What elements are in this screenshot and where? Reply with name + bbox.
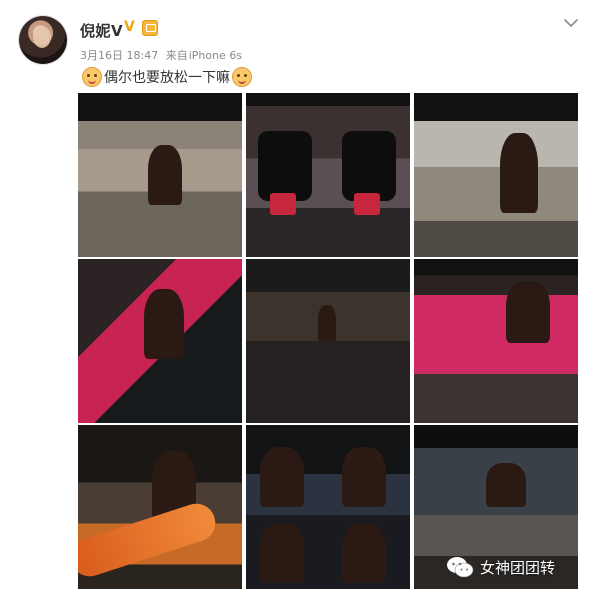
verified-v-icon: V — [124, 19, 135, 35]
photo-image — [414, 93, 578, 257]
photo-thumbnail[interactable] — [246, 425, 410, 589]
post-text: 偶尔也要放松一下嘛 — [80, 66, 254, 88]
photo-subject — [260, 447, 304, 507]
photo-subject — [318, 305, 336, 341]
photo-thumbnail[interactable] — [414, 259, 578, 423]
photo-image — [414, 259, 578, 423]
photo-thumbnail[interactable] — [78, 425, 242, 589]
photo-image — [246, 259, 410, 423]
post-body: 偶尔也要放松一下嘛 — [104, 70, 230, 86]
watermark: 女神团团转 — [446, 553, 555, 581]
avatar[interactable] — [19, 16, 67, 64]
wechat-icon — [447, 557, 474, 578]
photo-subject — [342, 447, 386, 507]
photo-subject — [144, 289, 184, 359]
chevron-down-icon[interactable] — [563, 15, 579, 31]
emoji-icon — [82, 67, 102, 87]
photo-subject-bag — [270, 193, 296, 215]
watermark-text: 女神团团转 — [480, 558, 556, 577]
post-meta: 3月16日 18:47 来自iPhone 6s — [80, 47, 246, 63]
photo-subject — [260, 523, 304, 583]
photo-subject — [500, 133, 538, 213]
source-prefix: 来自 — [165, 49, 188, 62]
photo-thumbnail[interactable] — [246, 93, 410, 257]
photo-subject-coat — [258, 131, 312, 201]
emoji-icon — [232, 67, 252, 87]
photo-subject — [506, 281, 550, 343]
post-date[interactable]: 3月16日 18:47 — [80, 49, 158, 62]
photo-thumbnail[interactable] — [246, 259, 410, 423]
username[interactable]: 倪妮V — [80, 20, 123, 41]
photo-subject — [148, 145, 182, 205]
weibo-post: 倪妮V V 3月16日 18:47 来自iPhone 6s 偶尔也要放松一下嘛 — [0, 0, 596, 598]
photo-subject — [342, 523, 386, 583]
post-source: iPhone 6s — [188, 49, 243, 62]
photo-subject-bag — [354, 193, 380, 215]
photo-grid — [78, 93, 578, 589]
photo-thumbnail[interactable] — [78, 93, 242, 257]
photo-thumbnail[interactable] — [414, 93, 578, 257]
member-level-icon[interactable] — [142, 20, 158, 36]
photo-thumbnail[interactable] — [78, 259, 242, 423]
photo-subject-coat — [342, 131, 396, 201]
photo-subject — [486, 463, 526, 507]
